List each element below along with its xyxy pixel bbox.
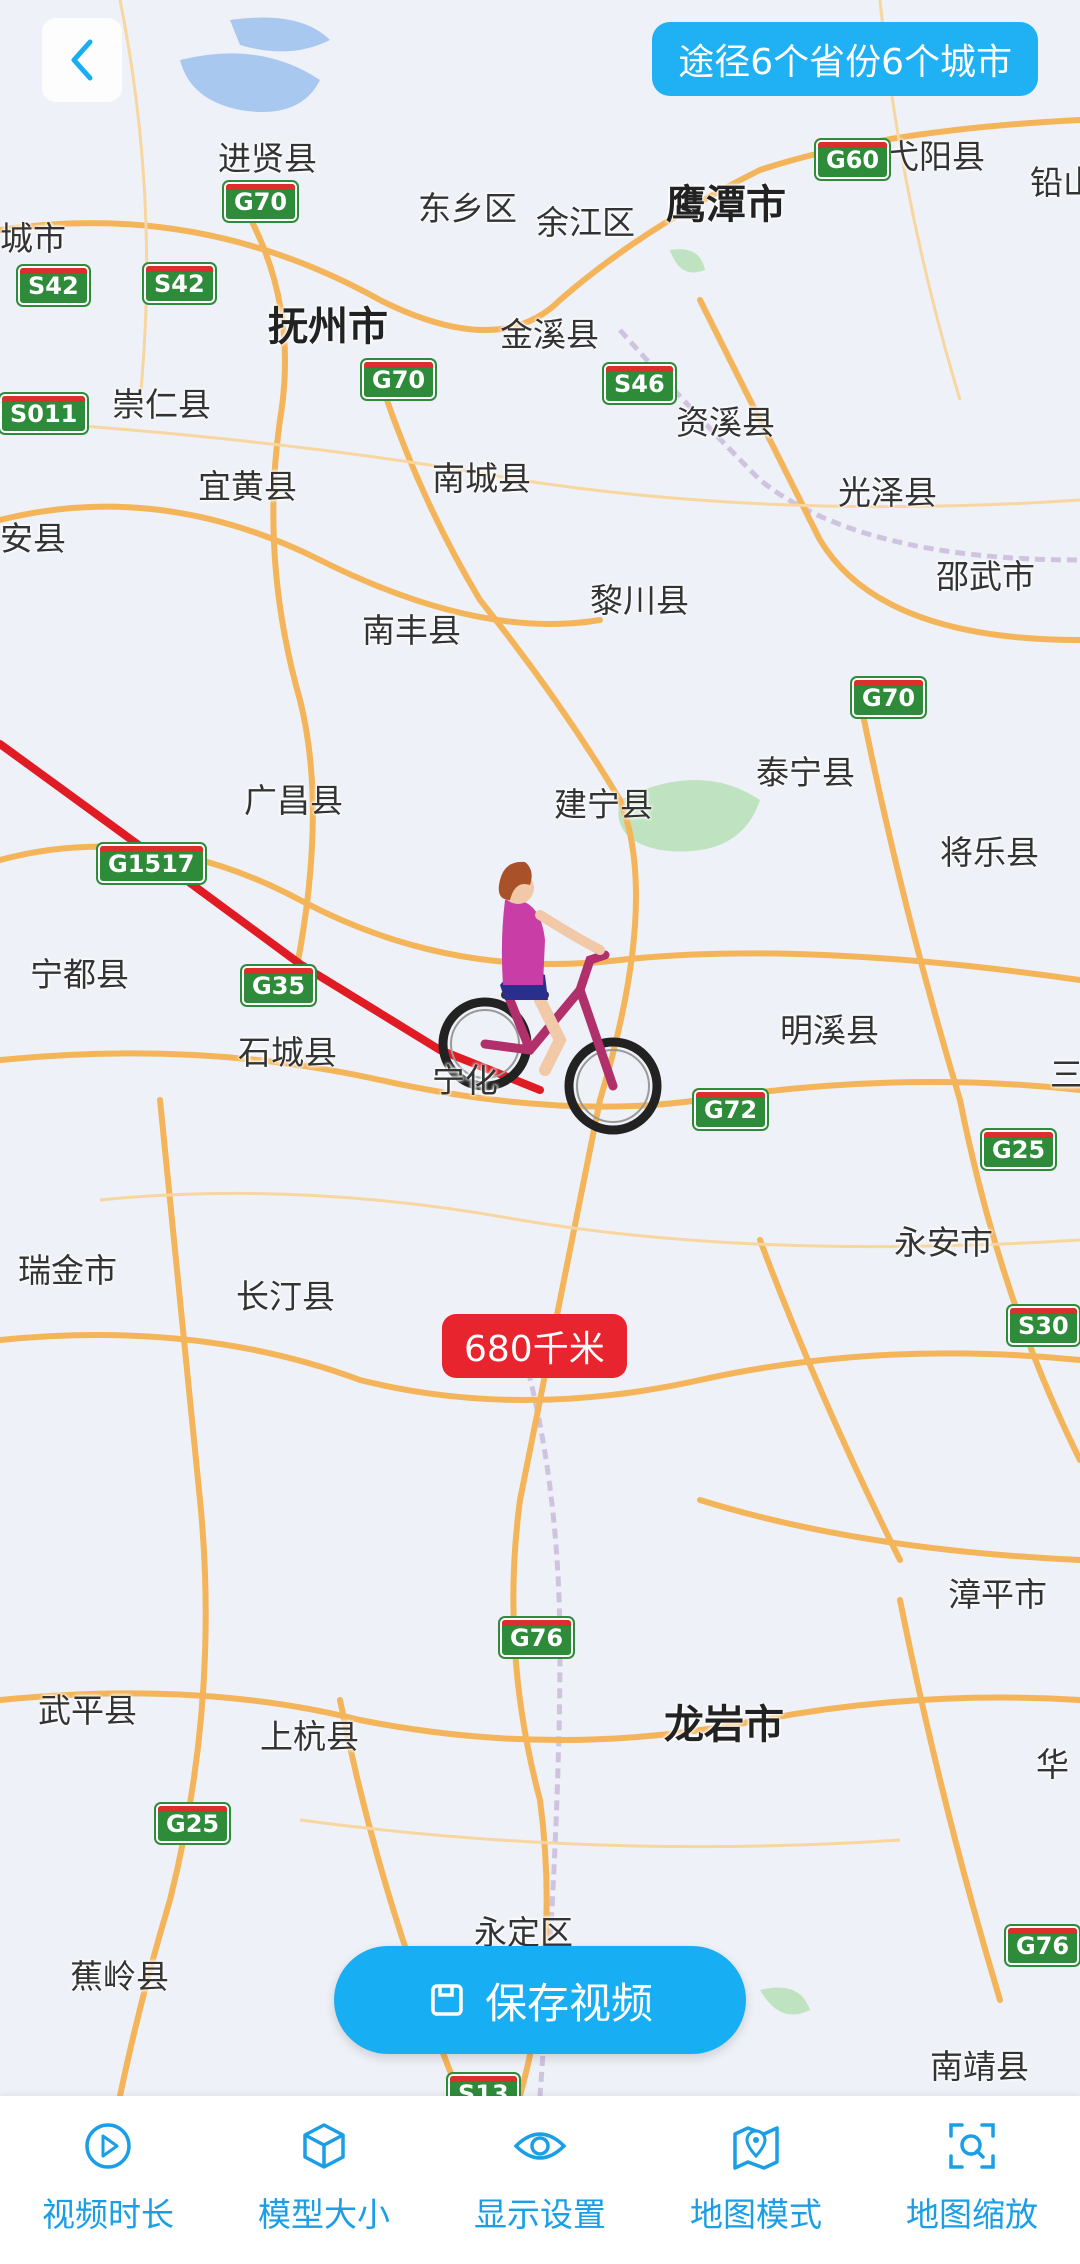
nav-label: 地图缩放 — [906, 2195, 1038, 2234]
place-label: 金溪县 — [500, 315, 599, 354]
place-label: 安县 — [0, 519, 66, 558]
place-label: 宁都县 — [30, 955, 129, 994]
place-label: 三 — [1050, 1055, 1080, 1094]
highway-shield: S13 — [448, 2074, 519, 2096]
highway-shield: G70 — [852, 678, 926, 717]
nav-map-mode[interactable]: 地图模式 — [656, 2096, 856, 2236]
place-label: 崇仁县 — [112, 385, 211, 424]
place-label: 光泽县 — [838, 473, 937, 512]
place-label: 弋阳县 — [886, 137, 985, 176]
highway-shield: G25 — [156, 1804, 230, 1843]
highway-shield: S46 — [604, 364, 675, 403]
place-label: 宜黄县 — [198, 467, 297, 506]
map-view[interactable]: 进贤县 东乡区 余江区 鹰潭市 弋阳县 铅山 城市 抚州市 金溪县 崇仁县 资溪… — [0, 0, 1080, 2096]
nav-label: 显示设置 — [474, 2195, 606, 2234]
save-video-label: 保存视频 — [484, 1978, 653, 2028]
place-label: 长汀县 — [236, 1277, 335, 1316]
cube-icon — [303, 2123, 345, 2169]
eye-icon — [513, 2132, 567, 2160]
play-circle-icon — [85, 2123, 131, 2169]
route-info-badge[interactable]: 途径6个省份6个城市 — [652, 22, 1038, 96]
place-label: 城市 — [0, 219, 66, 258]
highway-shield: G60 — [816, 140, 890, 179]
highway-shield: S42 — [18, 266, 89, 305]
place-label: 泰宁县 — [756, 753, 855, 792]
place-label: 石城县 — [238, 1033, 337, 1072]
place-label: 宁化 — [432, 1061, 498, 1100]
place-label: 邵武市 — [936, 557, 1035, 596]
place-label: 进贤县 — [218, 139, 317, 178]
chevron-left-icon — [71, 39, 93, 81]
place-label: 永安市 — [894, 1223, 993, 1262]
nav-model-size[interactable]: 模型大小 — [224, 2096, 424, 2236]
place-label: 龙岩市 — [664, 1702, 784, 1748]
map-pin-icon — [733, 2126, 779, 2170]
highway-shield: G76 — [500, 1618, 574, 1657]
nav-label: 模型大小 — [258, 2195, 390, 2234]
place-label: 将乐县 — [940, 833, 1039, 872]
nav-map-zoom[interactable]: 地图缩放 — [872, 2096, 1072, 2236]
highway-shield: S42 — [144, 264, 215, 303]
highway-shield: G35 — [242, 966, 316, 1005]
highway-shield: G25 — [982, 1130, 1056, 1169]
place-label: 南丰县 — [362, 611, 461, 650]
place-label: 上杭县 — [260, 1717, 359, 1756]
place-label: 漳平市 — [948, 1575, 1047, 1614]
place-label: 余江区 — [536, 203, 635, 242]
place-label: 瑞金市 — [18, 1251, 117, 1290]
place-label: 华 — [1036, 1745, 1069, 1784]
highway-shield: S011 — [0, 394, 88, 433]
place-label: 建宁县 — [554, 785, 653, 824]
save-video-button[interactable]: 保存视频 — [334, 1946, 746, 2054]
highway-shield: G76 — [1006, 1926, 1080, 1965]
place-label: 武平县 — [38, 1691, 137, 1730]
nav-label: 视频时长 — [42, 2195, 174, 2234]
place-label: 东乡区 — [418, 189, 517, 228]
highway-shield: S30 — [1008, 1306, 1079, 1345]
highway-shield: G72 — [694, 1090, 768, 1129]
distance-badge: 680千米 — [442, 1314, 627, 1378]
save-icon — [431, 1984, 463, 2016]
nav-video-duration[interactable]: 视频时长 — [8, 2096, 208, 2236]
place-label: 资溪县 — [676, 403, 775, 442]
nav-display-settings[interactable]: 显示设置 — [440, 2096, 640, 2236]
highway-shield: G1517 — [98, 844, 205, 883]
nav-label: 地图模式 — [690, 2195, 822, 2234]
place-label: 蕉岭县 — [70, 1957, 169, 1996]
place-label: 明溪县 — [780, 1011, 879, 1050]
place-label: 黎川县 — [590, 581, 689, 620]
zoom-focus-icon — [949, 2123, 995, 2169]
bottom-toolbar: 视频时长 模型大小 显示设置 地图模式 地图缩放 — [0, 2096, 1080, 2264]
place-label: 广昌县 — [244, 781, 343, 820]
highway-shield: G70 — [362, 360, 436, 399]
back-button[interactable] — [42, 18, 122, 102]
place-label: 铅山 — [1030, 163, 1080, 202]
place-label: 南靖县 — [930, 2047, 1029, 2086]
highway-shield: G70 — [224, 182, 298, 221]
place-label: 鹰潭市 — [666, 182, 786, 228]
place-label: 南城县 — [432, 459, 531, 498]
place-label: 抚州市 — [268, 304, 388, 350]
